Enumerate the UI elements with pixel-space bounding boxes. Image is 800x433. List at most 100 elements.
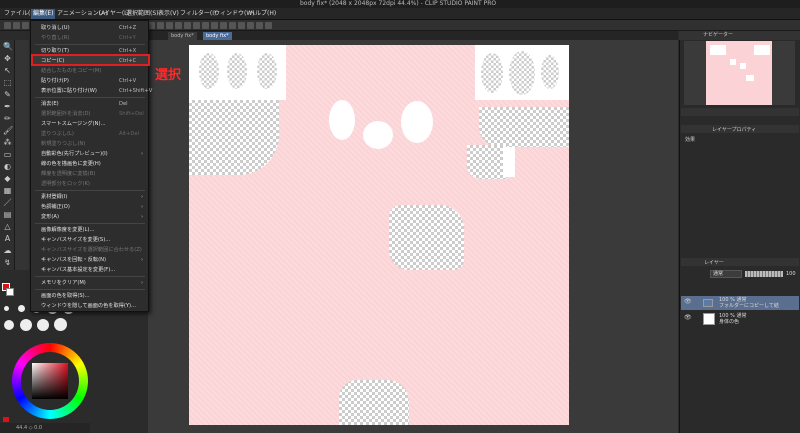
command-button[interactable] — [148, 22, 155, 29]
eye-icon[interactable]: 👁 — [684, 299, 692, 305]
selection-tool-icon[interactable]: ⬚ — [3, 78, 12, 87]
edit-menu-item[interactable]: 貼り付け(P) Ctrl+V — [31, 76, 148, 86]
command-button[interactable] — [184, 22, 191, 29]
texture-part — [503, 147, 515, 177]
opacity-slider[interactable] — [745, 271, 783, 277]
color-saturation-square[interactable] — [32, 363, 68, 399]
command-button[interactable] — [166, 22, 173, 29]
document-tab-bar: body fix* body fix* — [148, 31, 678, 40]
document-tab[interactable]: body fix* — [203, 32, 232, 40]
edit-menu-item[interactable]: スマートスムージング(N)... — [31, 119, 148, 129]
texture-part — [257, 53, 277, 89]
gradient-tool-icon[interactable]: ▦ — [3, 186, 12, 195]
command-button[interactable] — [229, 22, 236, 29]
edit-menu-item[interactable]: 色調補正(O) › — [31, 202, 148, 212]
frame-tool-icon[interactable]: ▤ — [3, 210, 12, 219]
eraser-tool-icon[interactable]: ▭ — [3, 150, 12, 159]
menu-item-label: スマートスムージング(N)... — [41, 121, 106, 127]
status-bar: 44.4 ◇ 0.0 — [0, 423, 90, 433]
layer-name: 身体の色 — [719, 319, 740, 325]
airbrush-tool-icon[interactable]: ⁂ — [3, 138, 12, 147]
edit-menu-item[interactable]: 取り消し(U) Ctrl+Z — [31, 23, 148, 33]
brush-size-dot[interactable] — [4, 320, 14, 330]
brush-size-dot[interactable] — [4, 306, 9, 311]
tool-palette: 🔍 ✥ ↖ ⬚ ✎ ✒ ✏ 🖌 ⁂ ▭ ◐ ◆ ▦ ／ ▤ △ A ☁ ↯ — [0, 40, 15, 270]
correct-line-tool-icon[interactable]: ↯ — [3, 258, 12, 267]
pencil-tool-icon[interactable]: ✏ — [3, 114, 12, 123]
command-button[interactable] — [211, 22, 218, 29]
command-button[interactable] — [4, 22, 11, 29]
command-button[interactable] — [238, 22, 245, 29]
chevron-right-icon: › — [141, 257, 144, 263]
window-title: body fix* (2048 x 2048px 72dpi 44.4%) - … — [300, 0, 497, 7]
edit-menu-item[interactable]: キャンバス基本設定を変更(F)... — [31, 265, 148, 275]
command-button[interactable] — [175, 22, 182, 29]
brush-size-dot[interactable] — [37, 319, 49, 331]
command-button[interactable] — [13, 22, 20, 29]
navigator-canvas-preview[interactable] — [706, 41, 772, 105]
command-button[interactable] — [157, 22, 164, 29]
blend-tool-icon[interactable]: ◐ — [3, 162, 12, 171]
edit-menu-item[interactable]: 画像解像度を変更(L)... — [31, 225, 148, 235]
document-tab[interactable]: body fix* — [168, 32, 197, 40]
canvas[interactable] — [189, 45, 569, 425]
edit-menu-item: やり直し(R) Ctrl+Y — [31, 33, 148, 43]
menu-separator — [35, 190, 145, 191]
texture-part — [363, 121, 393, 149]
texture-part — [199, 53, 219, 89]
texture-part — [329, 100, 355, 140]
chevron-right-icon: › — [141, 151, 144, 157]
brush-size-dot[interactable] — [20, 319, 32, 331]
blend-mode-select[interactable]: 通常 — [710, 270, 742, 278]
menu-item-8[interactable]: ヘルプ(H) — [247, 9, 278, 19]
edit-menu-item[interactable]: キャンバスを回転・反転(N) › — [31, 255, 148, 265]
background-color-swatch[interactable] — [6, 288, 14, 296]
tab-layer-properties[interactable]: レイヤープロパティ — [712, 126, 756, 133]
edit-menu-item[interactable]: 自動彩色(先行プレビュー)(I) › — [31, 149, 148, 159]
zoom-tool-icon[interactable]: 🔍 — [3, 42, 13, 51]
edit-menu-item[interactable]: 変形(A) › — [31, 212, 148, 222]
command-button[interactable] — [256, 22, 263, 29]
menu-item-label: 画像解像度を変更(L)... — [41, 227, 95, 233]
command-button[interactable] — [22, 22, 29, 29]
fill-tool-icon[interactable]: ◆ — [3, 174, 12, 183]
command-button[interactable] — [265, 22, 272, 29]
tab-layer[interactable]: レイヤー — [704, 259, 724, 266]
brush-size-dot[interactable] — [18, 305, 25, 312]
transparent-region — [189, 100, 279, 175]
edit-menu-item[interactable]: 素材登録(I) › — [31, 192, 148, 202]
edit-menu-item[interactable]: キャンバスサイズを変更(S)... — [31, 235, 148, 245]
command-button[interactable] — [220, 22, 227, 29]
effect-label: 効果 — [685, 137, 696, 143]
menu-item-shortcut: Shift+Del — [119, 111, 144, 117]
balloon-tool-icon[interactable]: ☁ — [3, 246, 12, 255]
text-tool-icon[interactable]: A — [3, 234, 12, 243]
edit-menu-item[interactable]: 消去(E) Del — [31, 99, 148, 109]
folder-icon — [703, 299, 713, 307]
navigator-header — [679, 31, 800, 40]
command-button[interactable] — [247, 22, 254, 29]
layer-row[interactable]: 👁 100 % 通常 身体の色 — [681, 312, 799, 326]
figure-tool-icon[interactable]: ／ — [3, 198, 12, 207]
menu-item-label: 塗りつぶし(L) — [41, 131, 74, 137]
command-button[interactable] — [202, 22, 209, 29]
move-tool-icon[interactable]: ✥ — [3, 54, 12, 63]
edit-menu-item: 塗りつぶし(L) Alt+Del — [31, 129, 148, 139]
operation-tool-icon[interactable]: ↖ — [3, 66, 12, 75]
edit-menu-item[interactable]: 表示位置に貼り付け(W) Ctrl+Shift+V — [31, 86, 152, 96]
eye-icon[interactable]: 👁 — [684, 315, 692, 321]
edit-menu-item[interactable]: 画面の色を取得(S)... — [31, 291, 148, 301]
brush-size-dot[interactable] — [54, 318, 67, 331]
pen-tool-icon[interactable]: ✒ — [3, 102, 12, 111]
ruler-tool-icon[interactable]: △ — [3, 222, 12, 231]
layer-row[interactable]: 👁 100 % 通常 フォルダーにコピーして結 — [681, 296, 799, 310]
eyedropper-tool-icon[interactable]: ✎ — [3, 90, 12, 99]
edit-menu-item[interactable]: 線の色を描画色に変更(H) — [31, 159, 148, 169]
brush-tool-icon[interactable]: 🖌 — [3, 126, 13, 135]
edit-menu-item[interactable]: ウィンドウを隠して画面の色を取得(Y)... — [31, 301, 148, 311]
tab-navigator[interactable]: ナビゲーター — [703, 32, 733, 39]
menu-item-1[interactable]: 編集(E) — [31, 9, 56, 19]
color-wheel[interactable] — [12, 343, 88, 419]
edit-menu-item[interactable]: メモリをクリア(M) › — [31, 278, 148, 288]
command-button[interactable] — [193, 22, 200, 29]
